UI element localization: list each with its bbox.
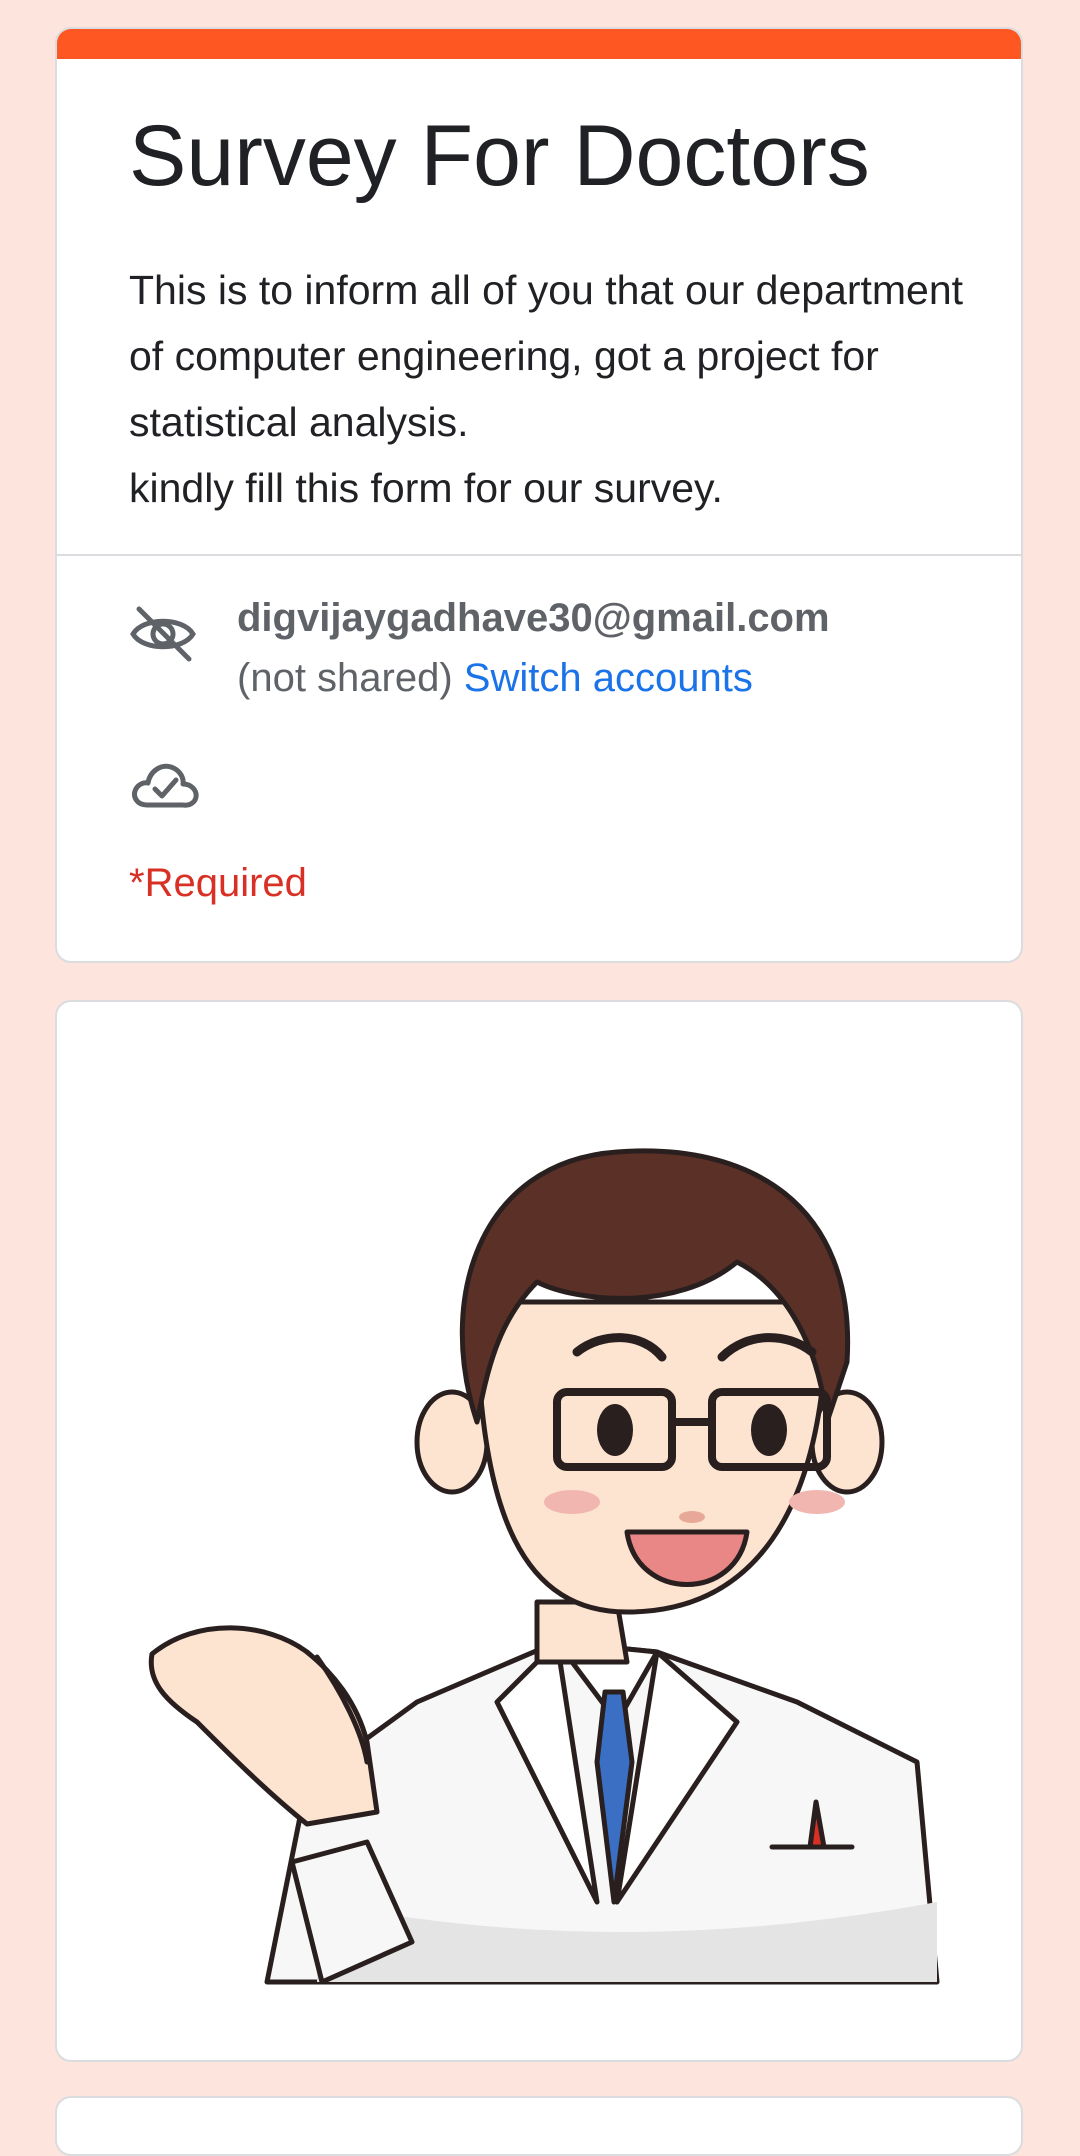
next-section-card xyxy=(55,2096,1023,2156)
description-line: This is to inform all of you that our de… xyxy=(129,267,964,445)
required-note: *Required xyxy=(129,861,307,905)
theme-accent-bar xyxy=(57,29,1021,59)
form-title: Survey For Doctors xyxy=(129,108,870,204)
form-description: This is to inform all of you that our de… xyxy=(129,257,969,521)
header-image-card xyxy=(55,1000,1023,2062)
description-line: kindly fill this form for our survey. xyxy=(129,465,723,511)
cloud-check-icon xyxy=(129,749,201,821)
doctor-illustration xyxy=(148,1148,940,1985)
form-header-card: Survey For Doctors This is to inform all… xyxy=(55,27,1023,963)
not-shared-label: (not shared) xyxy=(237,656,453,700)
account-status-line: (not shared) Switch accounts xyxy=(237,656,753,701)
account-email: digvijaygadhave30@gmail.com xyxy=(237,596,830,640)
eye-off-icon xyxy=(129,599,197,667)
switch-accounts-link[interactable]: Switch accounts xyxy=(464,656,753,700)
divider xyxy=(57,554,1021,556)
